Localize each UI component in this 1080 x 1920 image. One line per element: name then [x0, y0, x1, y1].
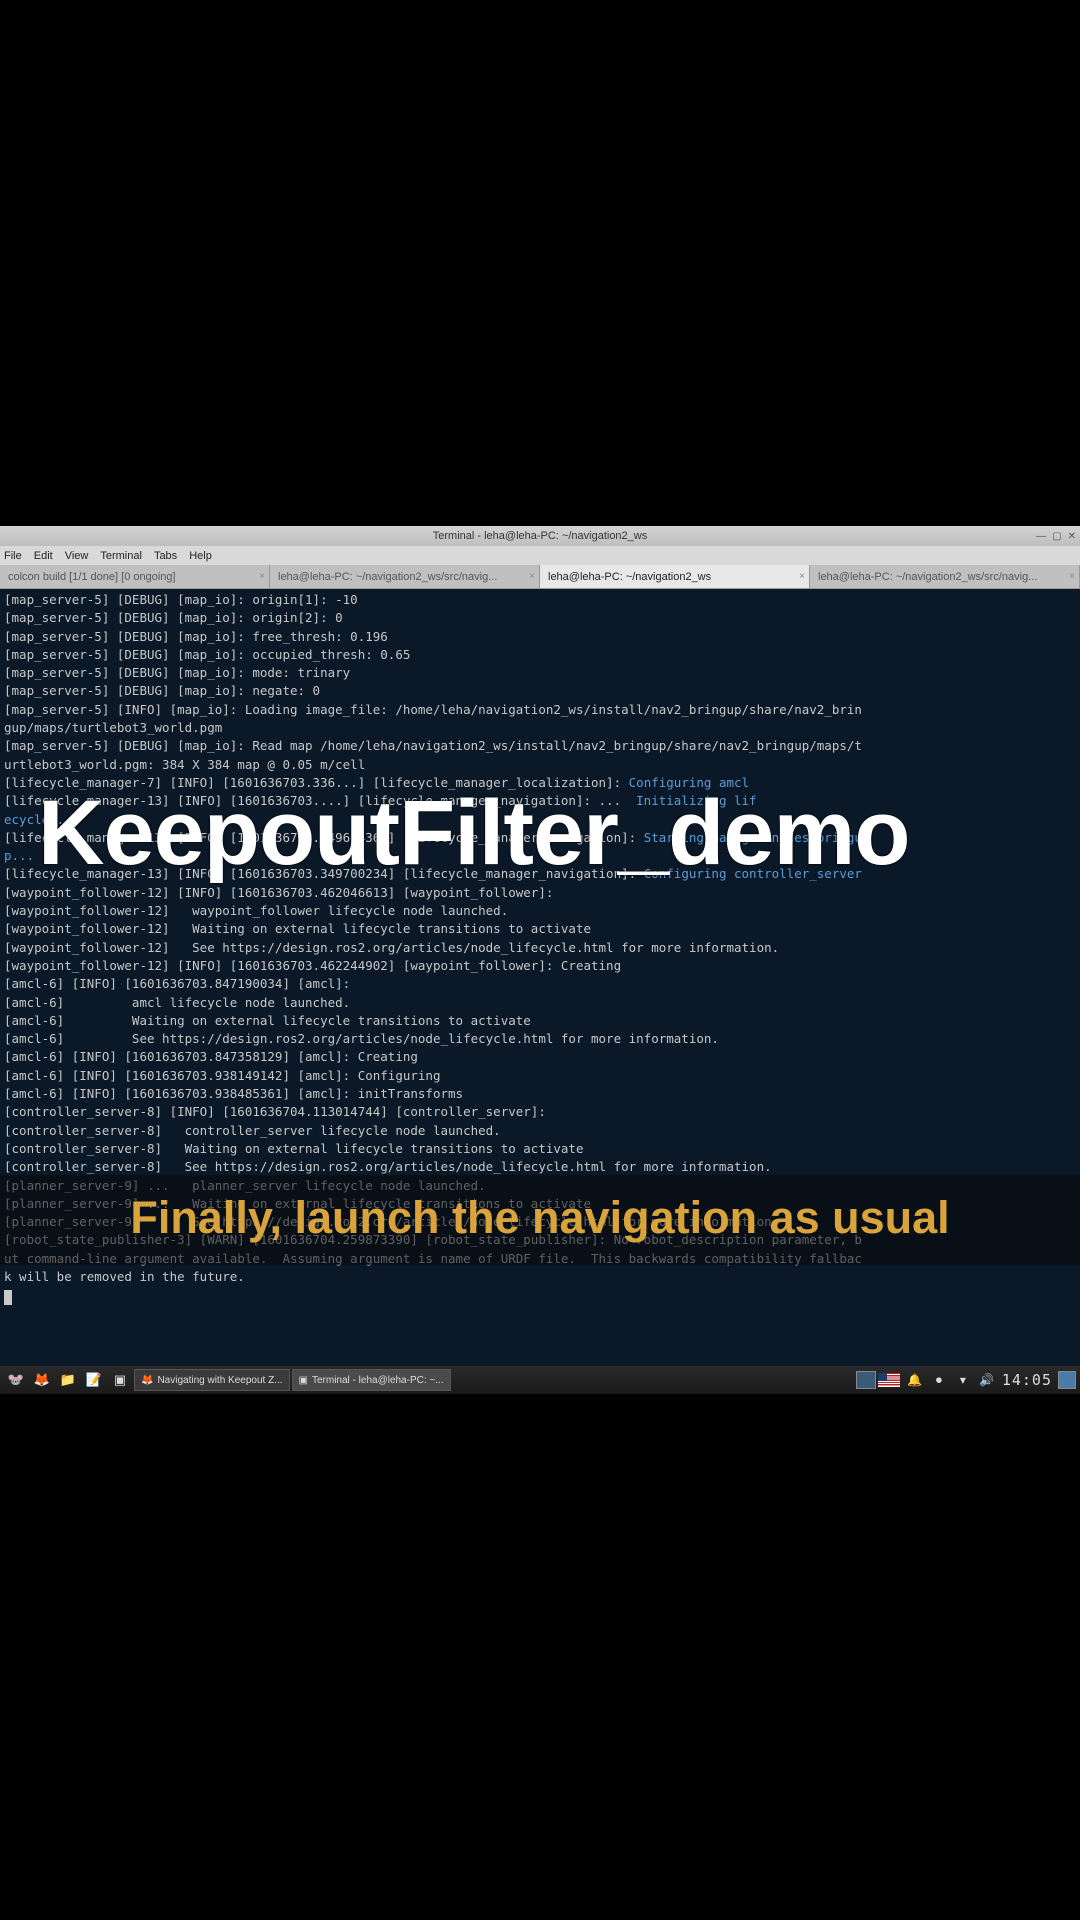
terminal-tab-1[interactable]: colcon build [1/1 done] [0 ongoing] ×	[0, 565, 270, 588]
terminal-line: urtlebot3_world.pgm: 384 X 384 map @ 0.0…	[4, 756, 1076, 774]
menu-file[interactable]: File	[4, 550, 22, 562]
tab-label: leha@leha-PC: ~/navigation2_ws	[548, 571, 711, 583]
terminal-line: [map_server-5] [DEBUG] [map_io]: Read ma…	[4, 737, 1076, 755]
terminal-line: [waypoint_follower-12] Waiting on extern…	[4, 920, 1076, 938]
terminal-line: [amcl-6] [INFO] [1601636703.938485361] […	[4, 1085, 1076, 1103]
terminal-line: [amcl-6] [INFO] [1601636703.847190034] […	[4, 975, 1076, 993]
terminal-line: [map_server-5] [DEBUG] [map_io]: mode: t…	[4, 664, 1076, 682]
show-desktop-icon[interactable]	[1058, 1371, 1076, 1389]
menu-tabs[interactable]: Tabs	[154, 550, 177, 562]
terminal-line: [controller_server-8] Waiting on externa…	[4, 1140, 1076, 1158]
terminal-launcher-icon[interactable]: ▣	[108, 1369, 132, 1391]
window-title: Terminal - leha@leha-PC: ~/navigation2_w…	[433, 530, 647, 542]
terminal-line: [waypoint_follower-12] [INFO] [160163670…	[4, 884, 1076, 902]
terminal-line: [amcl-6] See https://design.ros2.org/art…	[4, 1030, 1076, 1048]
file-manager-icon[interactable]: 📁	[56, 1369, 80, 1391]
clock[interactable]: 14:05	[1002, 1371, 1052, 1389]
system-tray: 🔔 ⏺ ▾ 🔊 14:05	[878, 1371, 1076, 1389]
terminal-line: [controller_server-8] See https://design…	[4, 1158, 1076, 1176]
menu-edit[interactable]: Edit	[34, 550, 53, 562]
minimize-icon[interactable]: —	[1036, 531, 1046, 542]
video-overlay-title: KeepoutFilter_demo	[38, 781, 909, 886]
keyboard-layout-icon[interactable]	[878, 1373, 900, 1387]
system-tray-app-icon[interactable]	[856, 1371, 876, 1389]
close-icon[interactable]: ✕	[1068, 531, 1076, 542]
tab-label: leha@leha-PC: ~/navigation2_ws/src/navig…	[818, 571, 1037, 583]
terminal-line: [waypoint_follower-12] See https://desig…	[4, 939, 1076, 957]
terminal-line: [map_server-5] [INFO] [map_io]: Loading …	[4, 701, 1076, 719]
terminal-line: [amcl-6] [INFO] [1601636703.938149142] […	[4, 1067, 1076, 1085]
terminal-line: [controller_server-8] controller_server …	[4, 1122, 1076, 1140]
terminal-line: [controller_server-8] [INFO] [1601636704…	[4, 1103, 1076, 1121]
menu-terminal[interactable]: Terminal	[100, 550, 142, 562]
terminal-line: [waypoint_follower-12] [INFO] [160163670…	[4, 957, 1076, 975]
notifications-icon[interactable]: 🔔	[906, 1371, 924, 1389]
screen-record-icon[interactable]: ⏺	[930, 1371, 948, 1389]
tab-close-icon[interactable]: ×	[259, 571, 265, 582]
battery-icon[interactable]: ▾	[954, 1371, 972, 1389]
tab-label: colcon build [1/1 done] [0 ongoing]	[8, 571, 176, 583]
tab-close-icon[interactable]: ×	[1069, 571, 1075, 582]
terminal-line: [amcl-6] Waiting on external lifecycle t…	[4, 1012, 1076, 1030]
task-label: Navigating with Keepout Z...	[157, 1375, 282, 1386]
video-overlay-caption: Finally, launch the navigation as usual	[0, 1192, 1080, 1244]
terminal-line: [amcl-6] [INFO] [1601636703.847358129] […	[4, 1048, 1076, 1066]
terminal-tab-4[interactable]: leha@leha-PC: ~/navigation2_ws/src/navig…	[810, 565, 1080, 588]
firefox-icon[interactable]: 🦊	[30, 1369, 54, 1391]
terminal-line: [amcl-6] amcl lifecycle node launched.	[4, 994, 1076, 1012]
terminal-line: [map_server-5] [DEBUG] [map_io]: occupie…	[4, 646, 1076, 664]
terminal-line: [map_server-5] [DEBUG] [map_io]: free_th…	[4, 628, 1076, 646]
terminal-tab-3[interactable]: leha@leha-PC: ~/navigation2_ws ×	[540, 565, 810, 588]
window-controls: — ▢ ✕	[1036, 531, 1076, 542]
editor-icon[interactable]: 📝	[82, 1369, 106, 1391]
firefox-icon: 🦊	[141, 1375, 153, 1386]
volume-icon[interactable]: 🔊	[978, 1371, 996, 1389]
menubar: File Edit View Terminal Tabs Help	[0, 546, 1080, 565]
tab-label: leha@leha-PC: ~/navigation2_ws/src/navig…	[278, 571, 497, 583]
terminal-line: [waypoint_follower-12] waypoint_follower…	[4, 902, 1076, 920]
terminal-line: [map_server-5] [DEBUG] [map_io]: origin[…	[4, 609, 1076, 627]
taskbar: 🐭 🦊 📁 📝 ▣ 🦊 Navigating with Keepout Z...…	[0, 1366, 1080, 1394]
menu-view[interactable]: View	[65, 550, 89, 562]
tab-close-icon[interactable]: ×	[529, 571, 535, 582]
terminal-line: [map_server-5] [DEBUG] [map_io]: negate:…	[4, 682, 1076, 700]
tab-close-icon[interactable]: ×	[799, 571, 805, 582]
menu-help[interactable]: Help	[189, 550, 212, 562]
tabbar: colcon build [1/1 done] [0 ongoing] × le…	[0, 565, 1080, 589]
taskbar-item-browser[interactable]: 🦊 Navigating with Keepout Z...	[134, 1369, 290, 1391]
terminal-line: gup/maps/turtlebot3_world.pgm	[4, 719, 1076, 737]
terminal-cursor	[4, 1290, 12, 1305]
task-label: Terminal - leha@leha-PC: ~...	[312, 1375, 444, 1386]
terminal-tab-2[interactable]: leha@leha-PC: ~/navigation2_ws/src/navig…	[270, 565, 540, 588]
maximize-icon[interactable]: ▢	[1052, 531, 1061, 542]
taskbar-item-terminal[interactable]: ▣ Terminal - leha@leha-PC: ~...	[292, 1369, 451, 1391]
start-menu-icon[interactable]: 🐭	[4, 1369, 28, 1391]
terminal-line: k will be removed in the future.	[4, 1268, 1076, 1286]
window-titlebar[interactable]: Terminal - leha@leha-PC: ~/navigation2_w…	[0, 526, 1080, 546]
terminal-line: [map_server-5] [DEBUG] [map_io]: origin[…	[4, 591, 1076, 609]
terminal-icon: ▣	[299, 1375, 308, 1386]
